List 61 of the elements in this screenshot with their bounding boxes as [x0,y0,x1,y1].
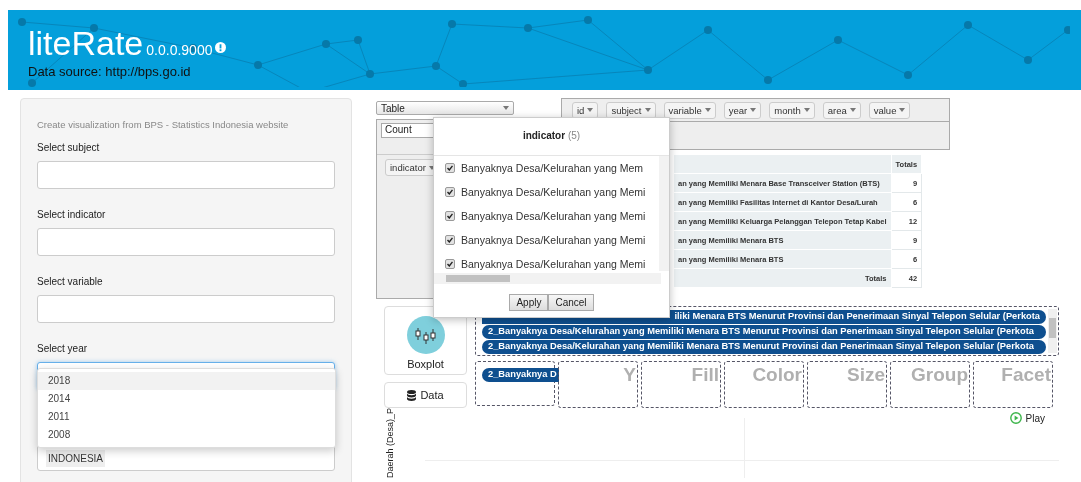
select-field[interactable] [37,161,335,189]
caret-icon [587,108,594,112]
checkbox[interactable] [445,187,455,197]
attribute-chip[interactable]: year [723,101,762,119]
attribute-chip[interactable]: area [822,101,861,119]
caret-icon [644,108,651,112]
scrollbar[interactable] [659,156,669,271]
info-icon[interactable] [215,42,227,53]
checkbox-label: Banyaknya Desa/Kelurahan yang Memi [461,258,646,270]
variable-pill[interactable]: 2_Banyaknya Desa/Kelurahan yang Memiliki Menara BTS Menurut Provinsi dan Penerimaan Sinyal Telepon Selular (Perkota [482,340,1046,354]
renderer-select[interactable]: Table [376,101,514,115]
popup-button[interactable]: Apply [509,294,549,311]
zone-label: Size [846,364,885,387]
dropdown-option[interactable]: 2014 [38,390,335,408]
checkbox[interactable] [445,259,455,269]
caret-icon [899,108,906,112]
zone-label: Fill [691,364,719,387]
attribute-chip[interactable]: value [868,101,911,119]
data-source-text: Data source: http://bps.go.id [28,64,192,79]
caret-icon [750,108,757,112]
attribute-chip[interactable]: variable [663,101,716,119]
select-field[interactable] [37,295,335,323]
zone-label: Color [752,364,802,387]
scrollbar[interactable] [434,273,661,284]
area-tag[interactable]: INDONESIA [46,449,105,467]
field-label: Select variable [37,276,104,287]
version-label: 0.0.0.9000 [146,42,213,58]
dropdown-option[interactable]: 2018 [38,372,335,390]
variable-pill[interactable]: 2_Banyaknya Desa/Kelurahan yang Memiliki Menara BTS Menurut Provinsi dan Penerimaan Sinyal Telepon Selular (Perkota [482,325,1046,339]
field-label: Select year [37,343,89,354]
dropdown-option[interactable]: 2008 [38,426,335,444]
play-icon [1009,412,1022,424]
caret-icon [849,108,856,112]
axis-label: Daerah (Desa)_P [385,407,395,478]
caret-icon [803,108,810,112]
checkbox-label: Banyaknya Desa/Kelurahan yang Mem [461,162,644,174]
field-label: Select subject [37,142,101,153]
caret-icon [704,108,711,112]
checkbox[interactable] [445,163,455,173]
checkbox[interactable] [445,211,455,221]
caret-icon [503,106,509,110]
play-button[interactable]: Play [1009,412,1045,424]
scrollbar[interactable] [1048,309,1057,353]
popup-button[interactable]: Cancel [548,294,594,311]
intro-text: Create visualization from BPS - Statistics Indonesia website [37,119,290,130]
checkbox[interactable] [445,235,455,245]
popup-title: indicator (5) [521,129,582,143]
checkbox-label: Banyaknya Desa/Kelurahan yang Memi [461,186,646,198]
app-title: liteRate [28,24,144,63]
dropdown-option[interactable]: 2011 [38,408,335,426]
zone-label: Group [911,364,968,387]
data-button[interactable]: Data [384,382,467,408]
checkbox-label: Banyaknya Desa/Kelurahan yang Memi [461,234,646,246]
zone-label: Facet [1001,364,1051,387]
field-label: Select indicator [37,209,107,220]
checkbox-label: Banyaknya Desa/Kelurahan yang Memi [461,210,646,222]
database-icon [407,389,417,401]
select-field[interactable] [37,228,335,256]
variable-pill[interactable]: 2_Banyaknya D [482,368,559,382]
zone-label: Y [623,364,636,387]
attribute-chip[interactable]: month [769,101,815,119]
